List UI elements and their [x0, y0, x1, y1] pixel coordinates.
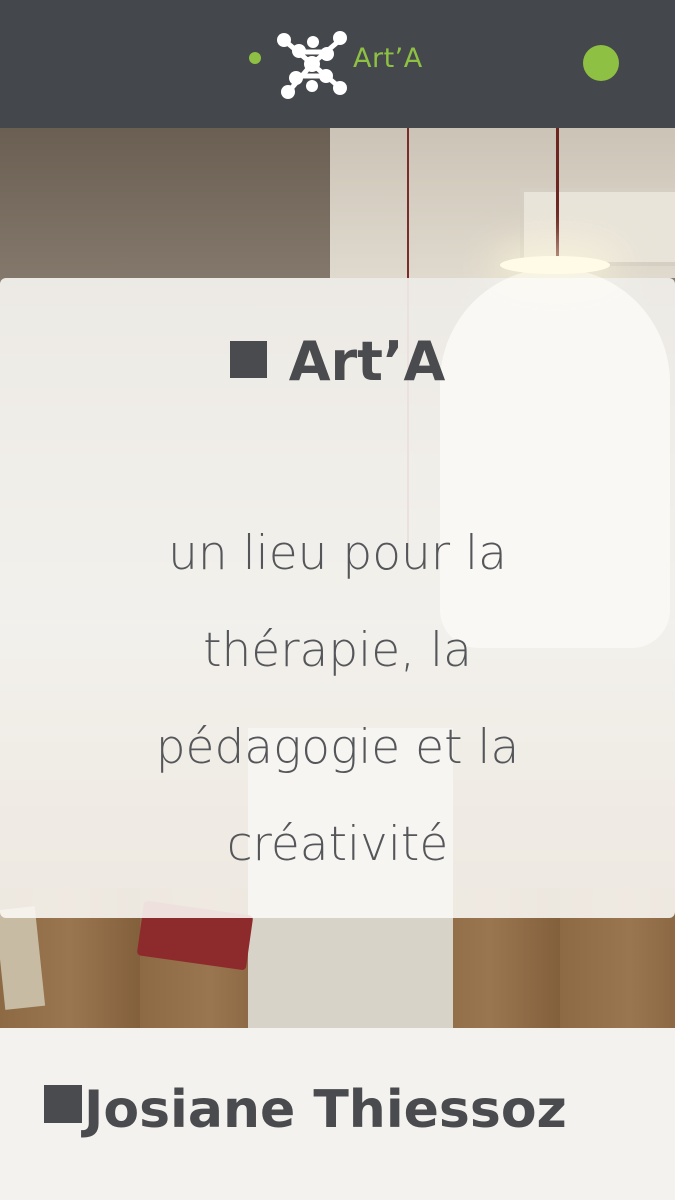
- hero-title-text: Art’A: [288, 330, 446, 393]
- section-title: Josiane Thiessoz: [44, 1080, 567, 1140]
- decorative-dot-icon: [249, 52, 261, 64]
- square-bullet-icon: [229, 341, 267, 378]
- logo-text[interactable]: Art’A: [353, 43, 423, 74]
- photo-window-frame: [520, 188, 675, 266]
- menu-dot-icon[interactable]: [583, 45, 619, 81]
- photo-lamp-light: [500, 256, 610, 274]
- top-navigation-bar: Art’A: [0, 0, 675, 128]
- hero-title: Art’A: [0, 330, 675, 393]
- photo-wall-left: [0, 128, 330, 278]
- molecule-logo-icon[interactable]: [272, 24, 358, 104]
- square-bullet-icon: [44, 1085, 82, 1123]
- section-title-text: Josiane Thiessoz: [84, 1080, 567, 1140]
- hero-subtitle: un lieu pour la thérapie, la pédagogie e…: [155, 526, 520, 872]
- photo-lamp-cord-2: [556, 128, 559, 258]
